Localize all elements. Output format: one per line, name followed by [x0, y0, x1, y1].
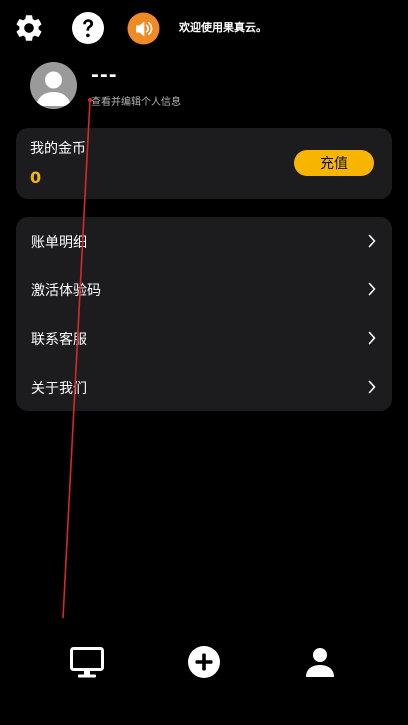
- add-circle-icon: [188, 646, 220, 678]
- app-screen: 欢迎使用果真云。 --- 查看并编辑个人信息 我的金币 0 充值 账单明细 激活…: [0, 0, 408, 725]
- profile-edit-hint[interactable]: 查看并编辑个人信息: [91, 93, 181, 108]
- menu-item-about-us[interactable]: 关于我们: [16, 363, 392, 411]
- chevron-right-icon: [368, 380, 376, 394]
- coins-value: 0: [30, 168, 42, 187]
- avatar-icon: [36, 71, 71, 106]
- profile-section[interactable]: --- 查看并编辑个人信息: [30, 62, 390, 112]
- avatar[interactable]: [30, 62, 77, 109]
- gear-icon: [16, 15, 42, 41]
- nav-user-button[interactable]: [302, 644, 338, 680]
- menu-item-activate-code[interactable]: 激活体验码: [16, 265, 392, 313]
- menu-item-label: 联系客服: [31, 332, 87, 348]
- user-icon: [306, 648, 334, 677]
- menu-item-label: 账单明细: [31, 235, 87, 251]
- desktop-icon: [70, 647, 104, 678]
- speaker-icon: [127, 12, 159, 44]
- welcome-text: 欢迎使用果真云。: [179, 21, 267, 34]
- menu-item-label: 激活体验码: [31, 283, 101, 299]
- top-bar: 欢迎使用果真云。: [0, 0, 408, 56]
- nav-desktop-button[interactable]: [69, 644, 105, 680]
- question-icon: [72, 12, 104, 44]
- coins-title: 我的金币: [30, 141, 86, 157]
- chevron-right-icon: [368, 234, 376, 248]
- nav-add-button[interactable]: [186, 644, 222, 680]
- menu-card: 账单明细 激活体验码 联系客服 关于我们: [16, 217, 392, 411]
- speaker-button[interactable]: [126, 11, 160, 45]
- menu-item-label: 关于我们: [31, 381, 87, 397]
- settings-button[interactable]: [12, 11, 46, 45]
- username: ---: [91, 64, 118, 86]
- menu-item-billing[interactable]: 账单明细: [16, 217, 392, 265]
- coins-card: 我的金币 0 充值: [16, 128, 392, 199]
- help-button[interactable]: [71, 11, 105, 45]
- chevron-right-icon: [368, 282, 376, 296]
- chevron-right-icon: [368, 331, 376, 345]
- bottom-nav: [0, 640, 408, 690]
- recharge-button[interactable]: 充值: [294, 150, 374, 176]
- menu-item-customer-service[interactable]: 联系客服: [16, 314, 392, 362]
